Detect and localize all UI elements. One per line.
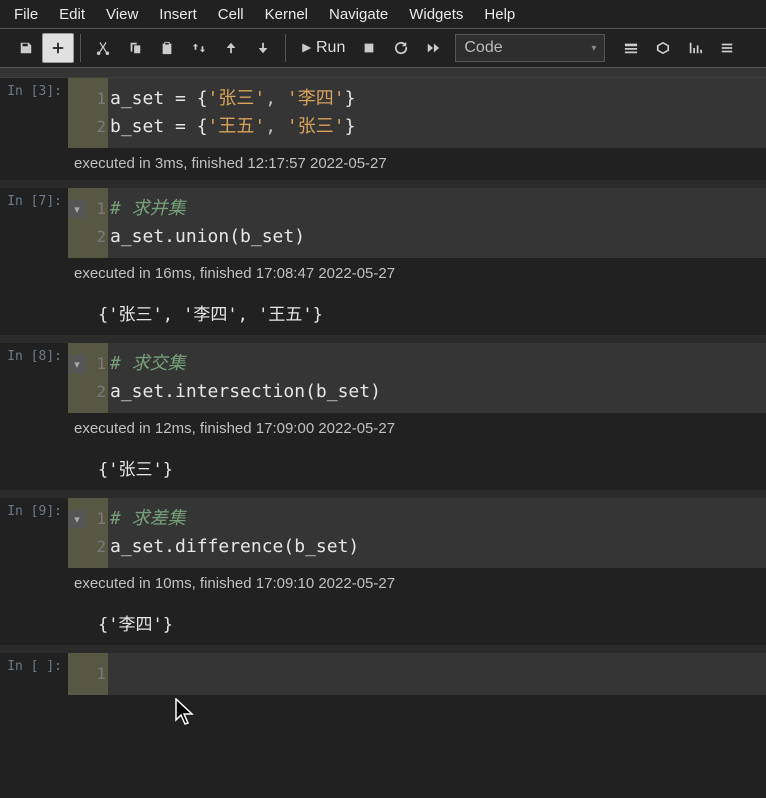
fast-forward-icon[interactable] (417, 33, 449, 63)
line-numbers: 12 (86, 78, 108, 148)
toolbar: Run Code ▾ (0, 28, 766, 68)
chevron-down-icon: ▾ (591, 43, 596, 54)
paste-icon[interactable] (151, 33, 183, 63)
cell-prompt: In [8]: (0, 343, 68, 413)
menu-view[interactable]: View (106, 2, 159, 27)
code-cell[interactable]: In [ ]: 1 (0, 653, 766, 695)
menu-cell[interactable]: Cell (218, 2, 265, 27)
line-numbers: 12 (86, 343, 108, 413)
cell-gutter: ▾ (68, 343, 86, 413)
cut-icon[interactable] (87, 33, 119, 63)
menu-kernel[interactable]: Kernel (265, 2, 329, 27)
stop-icon[interactable] (353, 33, 385, 63)
header-band (0, 68, 766, 78)
cell-prompt: In [ ]: (0, 653, 68, 695)
code-editor[interactable]: # 求交集 a_set.intersection(b_set) (108, 343, 766, 413)
fold-toggle-icon[interactable]: ▾ (68, 510, 86, 528)
cell-gutter: ▾ (68, 188, 86, 258)
variables-icon[interactable] (647, 33, 679, 63)
menu-edit[interactable]: Edit (59, 2, 106, 27)
line-numbers: 1 (86, 653, 108, 695)
menu-bar: File Edit View Insert Cell Kernel Naviga… (0, 0, 766, 28)
run-button[interactable]: Run (292, 33, 353, 63)
line-numbers: 12 (86, 188, 108, 258)
code-cell[interactable]: In [9]: ▾ 12 # 求差集 a_set.difference(b_se… (0, 498, 766, 568)
menu-help[interactable]: Help (484, 2, 536, 27)
cell-gutter: ▾ (68, 498, 86, 568)
exec-meta: executed in 16ms, finished 17:08:47 2022… (0, 258, 766, 290)
notebook-area: In [3]: 12 a_set = {'张三', '李四'} b_set = … (0, 78, 766, 695)
cell-output: {'张三'} (0, 445, 766, 490)
command-palette-icon[interactable] (615, 33, 647, 63)
cell-gutter (68, 653, 86, 695)
swap-icon[interactable] (183, 33, 215, 63)
exec-meta: executed in 10ms, finished 17:09:10 2022… (0, 568, 766, 600)
fold-toggle-icon[interactable]: ▾ (68, 355, 86, 373)
list-icon[interactable] (711, 33, 743, 63)
code-cell[interactable]: In [7]: ▾ 12 # 求并集 a_set.union(b_set) (0, 188, 766, 258)
exec-meta: executed in 12ms, finished 17:09:00 2022… (0, 413, 766, 445)
menu-widgets[interactable]: Widgets (409, 2, 484, 27)
code-cell[interactable]: In [8]: ▾ 12 # 求交集 a_set.intersection(b_… (0, 343, 766, 413)
cell-output: {'张三', '李四', '王五'} (0, 290, 766, 335)
menu-navigate[interactable]: Navigate (329, 2, 409, 27)
cell-prompt: In [7]: (0, 188, 68, 258)
cell-type-select[interactable]: Code ▾ (455, 34, 605, 62)
copy-icon[interactable] (119, 33, 151, 63)
add-cell-icon[interactable] (42, 33, 74, 63)
cell-type-value: Code (464, 39, 502, 57)
code-editor[interactable]: a_set = {'张三', '李四'} b_set = {'王五', '张三'… (108, 78, 766, 148)
code-editor[interactable] (108, 653, 766, 695)
fold-toggle-icon[interactable]: ▾ (68, 200, 86, 218)
code-editor[interactable]: # 求差集 a_set.difference(b_set) (108, 498, 766, 568)
code-editor[interactable]: # 求并集 a_set.union(b_set) (108, 188, 766, 258)
move-down-icon[interactable] (247, 33, 279, 63)
cell-output: {'李四'} (0, 600, 766, 645)
cursor-icon (175, 698, 197, 726)
restart-icon[interactable] (385, 33, 417, 63)
chart-icon[interactable] (679, 33, 711, 63)
menu-file[interactable]: File (14, 2, 59, 27)
exec-meta: executed in 3ms, finished 12:17:57 2022-… (0, 148, 766, 180)
move-up-icon[interactable] (215, 33, 247, 63)
cell-gutter (68, 78, 86, 148)
code-cell[interactable]: In [3]: 12 a_set = {'张三', '李四'} b_set = … (0, 78, 766, 148)
save-icon[interactable] (10, 33, 42, 63)
cell-prompt: In [3]: (0, 78, 68, 148)
menu-insert[interactable]: Insert (159, 2, 218, 27)
run-label: Run (316, 39, 345, 57)
line-numbers: 12 (86, 498, 108, 568)
cell-prompt: In [9]: (0, 498, 68, 568)
